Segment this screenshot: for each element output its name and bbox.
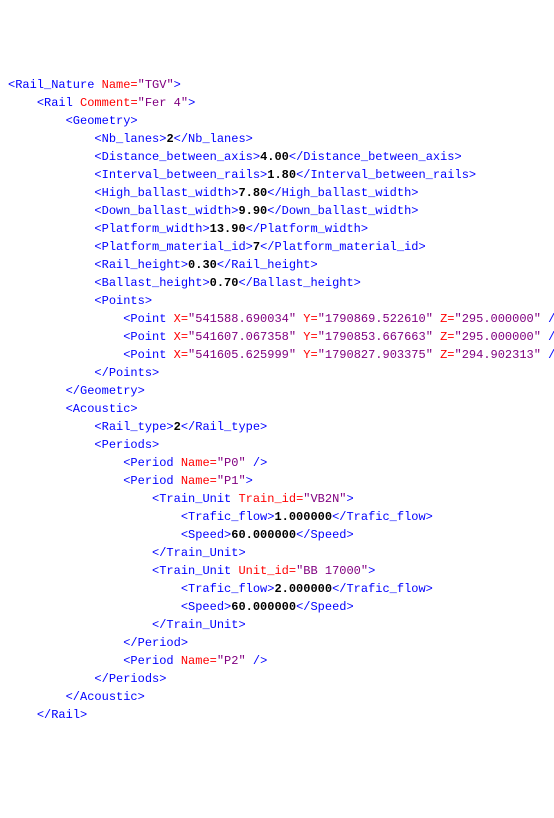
xml-element-platform_material_id: <Platform_material_id>7</Platform_materi… [8,238,546,256]
xml-element-interval_between_rails: <Interval_between_rails>1.80</Interval_b… [8,166,546,184]
xml-open-rail_nature: <Rail_Nature Name="TGV"> [8,76,546,94]
xml-element-platform_width: <Platform_width>13.90</Platform_width> [8,220,546,238]
xml-close-periods: </Periods> [8,670,546,688]
xml-open-train_unit: <Train_Unit Train_id="VB2N"> [8,490,546,508]
xml-element-trafic_flow: <Trafic_flow>2.000000</Trafic_flow> [8,580,546,598]
xml-element-distance_between_axis: <Distance_between_axis>4.00</Distance_be… [8,148,546,166]
xml-close-train_unit: </Train_Unit> [8,544,546,562]
xml-close-acoustic: </Acoustic> [8,688,546,706]
xml-element-speed: <Speed>60.000000</Speed> [8,598,546,616]
xml-open-period: <Period Name="P2" /> [8,652,546,670]
xml-close-points: </Points> [8,364,546,382]
xml-open-rail: <Rail Comment="Fer 4"> [8,94,546,112]
xml-open-point: <Point X="541588.690034" Y="1790869.5226… [8,310,546,328]
xml-element-rail_type: <Rail_type>2</Rail_type> [8,418,546,436]
xml-open-acoustic: <Acoustic> [8,400,546,418]
xml-open-points: <Points> [8,292,546,310]
xml-open-point: <Point X="541607.067358" Y="1790853.6676… [8,328,546,346]
xml-element-speed: <Speed>60.000000</Speed> [8,526,546,544]
xml-open-period: <Period Name="P0" /> [8,454,546,472]
xml-close-train_unit: </Train_Unit> [8,616,546,634]
xml-element-ballast_height: <Ballast_height>0.70</Ballast_height> [8,274,546,292]
xml-element-rail_height: <Rail_height>0.30</Rail_height> [8,256,546,274]
xml-close-period: </Period> [8,634,546,652]
xml-open-period: <Period Name="P1"> [8,472,546,490]
xml-open-point: <Point X="541605.625999" Y="1790827.9033… [8,346,546,364]
xml-element-high_ballast_width: <High_ballast_width>7.80</High_ballast_w… [8,184,546,202]
xml-close-geometry: </Geometry> [8,382,546,400]
xml-element-down_ballast_width: <Down_ballast_width>9.90</Down_ballast_w… [8,202,546,220]
xml-code-block: <Rail_Nature Name="TGV"> <Rail Comment="… [8,76,546,724]
xml-close-rail: </Rail> [8,706,546,724]
xml-open-train_unit: <Train_Unit Unit_id="BB 17000"> [8,562,546,580]
xml-element-trafic_flow: <Trafic_flow>1.000000</Trafic_flow> [8,508,546,526]
xml-open-geometry: <Geometry> [8,112,546,130]
xml-open-periods: <Periods> [8,436,546,454]
xml-element-nb_lanes: <Nb_lanes>2</Nb_lanes> [8,130,546,148]
